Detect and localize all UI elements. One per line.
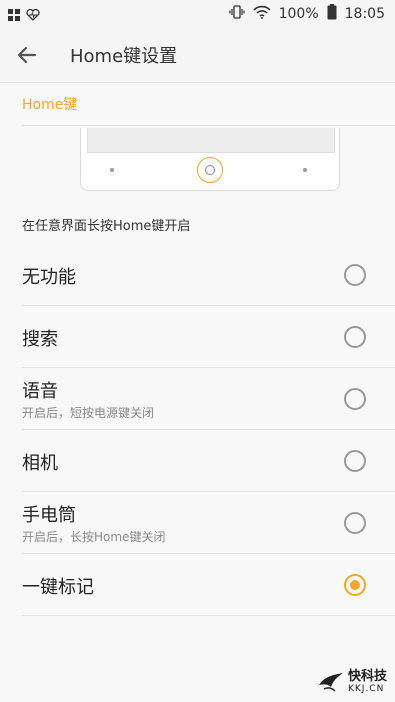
radio-button-selected[interactable]: [344, 574, 366, 596]
option-no-function[interactable]: 无功能: [0, 244, 395, 306]
option-camera[interactable]: 相机: [0, 430, 395, 492]
section-title: Home键: [22, 97, 78, 113]
watermark: 快科技 KKJ.CN: [318, 670, 387, 694]
phone-illustration: [80, 128, 340, 191]
watermark-domain: KKJ.CN: [347, 684, 385, 694]
option-one-key-mark[interactable]: 一键标记: [0, 554, 395, 616]
menu-key-dot: [303, 168, 307, 172]
divider: [22, 615, 395, 616]
option-label: 无功能: [22, 267, 76, 288]
option-label: 一键标记: [22, 577, 94, 598]
option-label: 相机: [22, 453, 58, 474]
bird-logo-icon: [318, 673, 343, 692]
vibrate-icon: [229, 4, 245, 24]
long-press-hint: 在任意界面长按Home键开启: [22, 219, 191, 234]
home-key-illustration: [197, 157, 223, 183]
radio-button[interactable]: [344, 264, 366, 286]
option-label: 搜索: [22, 329, 58, 350]
battery-icon: [327, 4, 337, 24]
option-sublabel: 开启后，短按电源键关闭: [22, 406, 155, 420]
option-label: 手电筒: [22, 505, 76, 526]
radio-button[interactable]: [344, 326, 366, 348]
arrow-left-icon: [17, 46, 37, 64]
radio-button[interactable]: [344, 512, 366, 534]
radio-button[interactable]: [344, 388, 366, 410]
section-divider: [22, 125, 395, 126]
health-heart-icon: [26, 6, 40, 25]
option-flashlight[interactable]: 手电筒 开启后，长按Home键关闭: [0, 492, 395, 554]
status-bar: 100% 18:05: [0, 0, 395, 28]
watermark-brand: 快科技: [347, 669, 387, 684]
battery-percentage: 100%: [278, 6, 319, 22]
wifi-icon: [253, 5, 271, 23]
back-button[interactable]: [12, 40, 42, 70]
home-key-inner-ring: [205, 165, 215, 175]
back-key-dot: [110, 168, 114, 172]
option-voice[interactable]: 语音 开启后，短按电源键关闭: [0, 368, 395, 430]
app-grid-icon: [8, 6, 20, 25]
phone-screen-illustration: [87, 128, 335, 153]
app-bar: Home键设置: [0, 28, 395, 83]
option-label: 语音: [22, 381, 58, 402]
radio-button[interactable]: [344, 450, 366, 472]
option-sublabel: 开启后，长按Home键关闭: [22, 530, 166, 544]
page-title: Home键设置: [70, 46, 178, 67]
status-time: 18:05: [344, 6, 385, 22]
option-search[interactable]: 搜索: [0, 306, 395, 368]
